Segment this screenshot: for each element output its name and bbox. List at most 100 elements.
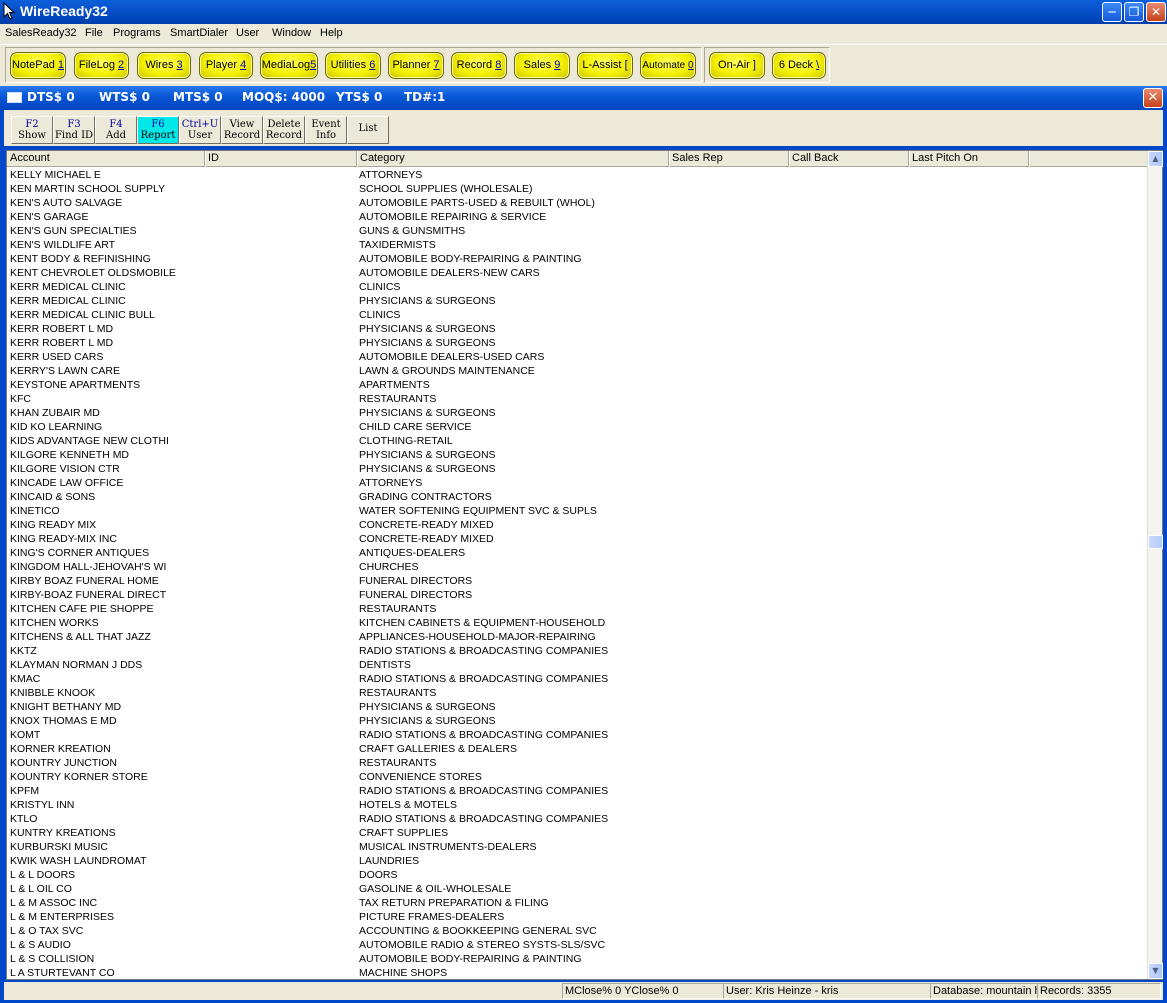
table-row[interactable]: KERR MEDICAL CLINIC PHYSICIANS & SURGEONS: [7, 294, 1148, 308]
menu-salesready32[interactable]: SalesReady32: [5, 27, 77, 39]
table-row[interactable]: KURBURSKI MUSIC MUSICAL INSTRUMENTS-DEALE…: [7, 840, 1148, 854]
table-row[interactable]: L & L DOORS DOORS: [7, 868, 1148, 882]
table-row[interactable]: KFC RESTAURANTS: [7, 392, 1148, 406]
table-row[interactable]: KINGDOM HALL-JEHOVAH'S WI CHURCHES: [7, 560, 1148, 574]
table-row[interactable]: KITCHENS & ALL THAT JAZZ APPLIANCES-HOUSE…: [7, 630, 1148, 644]
close-button[interactable]: ✕: [1146, 2, 1166, 22]
table-row[interactable]: KIRBY BOAZ FUNERAL HOME FUNERAL DIRECTORS: [7, 574, 1148, 588]
module-sales-button[interactable]: Sales 9: [514, 52, 570, 79]
scroll-thumb[interactable]: [1148, 535, 1163, 549]
user-button[interactable]: Ctrl+U User: [179, 116, 221, 144]
table-row[interactable]: KERR ROBERT L MD PHYSICIANS & SURGEONS: [7, 336, 1148, 350]
table-row[interactable]: KEYSTONE APARTMENTS APARTMENTS: [7, 378, 1148, 392]
table-row[interactable]: KTLO RADIO STATIONS & BROADCASTING COMPAN…: [7, 812, 1148, 826]
table-row[interactable]: KING'S CORNER ANTIQUES ANTIQUES-DEALERS: [7, 546, 1148, 560]
table-row[interactable]: L & O TAX SVC ACCOUNTING & BOOKKEEPING GE…: [7, 924, 1148, 938]
delete-record-button[interactable]: Delete Record: [263, 116, 305, 144]
table-row[interactable]: KOUNTRY KORNER STORE CONVENIENCE STORES: [7, 770, 1148, 784]
table-row[interactable]: L & S COLLISION AUTOMOBILE BODY-REPAIRING…: [7, 952, 1148, 966]
module-filelog-button[interactable]: FileLog 2: [74, 52, 129, 79]
sales-window-close-button[interactable]: ✕: [1143, 88, 1163, 108]
table-row[interactable]: KUNTRY KREATIONS CRAFT SUPPLIES: [7, 826, 1148, 840]
table-row[interactable]: KENT BODY & REFINISHING AUTOMOBILE BODY-R…: [7, 252, 1148, 266]
table-row[interactable]: KITCHEN CAFE PIE SHOPPE RESTAURANTS: [7, 602, 1148, 616]
table-row[interactable]: KHAN ZUBAIR MD PHYSICIANS & SURGEONS: [7, 406, 1148, 420]
table-row[interactable]: KERR MEDICAL CLINIC BULL CLINICS: [7, 308, 1148, 322]
table-row[interactable]: KITCHEN WORKS KITCHEN CABINETS & EQUIPMEN…: [7, 616, 1148, 630]
minimize-button[interactable]: ─: [1102, 2, 1122, 22]
menu-smartdialer[interactable]: SmartDialer: [170, 27, 228, 39]
module-lassist-button[interactable]: L-Assist [: [577, 52, 633, 79]
table-row[interactable]: KID KO LEARNING CHILD CARE SERVICE: [7, 420, 1148, 434]
column-header-sales-rep[interactable]: Sales Rep: [669, 151, 789, 167]
view-record-button[interactable]: View Record: [221, 116, 263, 144]
column-header-category[interactable]: Category: [357, 151, 669, 167]
table-row[interactable]: KNIGHT BETHANY MD PHYSICIANS & SURGEONS: [7, 700, 1148, 714]
table-row[interactable]: KRISTYL INN HOTELS & MOTELS: [7, 798, 1148, 812]
scroll-up-button[interactable]: ▲: [1148, 151, 1163, 167]
table-row[interactable]: KING READY-MIX INC CONCRETE-READY MIXED: [7, 532, 1148, 546]
column-header-last-pitch-on[interactable]: Last Pitch On: [909, 151, 1029, 167]
menu-user[interactable]: User: [236, 27, 259, 39]
table-row[interactable]: KMAC RADIO STATIONS & BROADCASTING COMPAN…: [7, 672, 1148, 686]
module-onair-button[interactable]: On-Air ]: [709, 52, 765, 79]
table-row[interactable]: KEN'S WILDLIFE ART TAXIDERMISTS: [7, 238, 1148, 252]
table-row[interactable]: KILGORE VISION CTR PHYSICIANS & SURGEONS: [7, 462, 1148, 476]
table-row[interactable]: KNOX THOMAS E MD PHYSICIANS & SURGEONS: [7, 714, 1148, 728]
add-button[interactable]: F4 Add: [95, 116, 137, 144]
table-row[interactable]: L & S AUDIO AUTOMOBILE RADIO & STEREO SYS…: [7, 938, 1148, 952]
module-planner-button[interactable]: Planner 7: [388, 52, 444, 79]
table-row[interactable]: KELLY MICHAEL E ATTORNEYS: [7, 168, 1148, 182]
menu-help[interactable]: Help: [320, 27, 343, 39]
table-row[interactable]: KEN'S GUN SPECIALTIES GUNS & GUNSMITHS: [7, 224, 1148, 238]
table-row[interactable]: KIRBY-BOAZ FUNERAL DIRECT FUNERAL DIRECTO…: [7, 588, 1148, 602]
table-row[interactable]: KLAYMAN NORMAN J DDS DENTISTS: [7, 658, 1148, 672]
module-6deck-button[interactable]: 6 Deck \: [772, 52, 826, 79]
module-wires-button[interactable]: Wires 3: [137, 52, 191, 79]
table-row[interactable]: KINETICO WATER SOFTENING EQUIPMENT SVC & …: [7, 504, 1148, 518]
vertical-scrollbar[interactable]: ▲ ▼: [1147, 151, 1163, 979]
table-row[interactable]: L & M ASSOC INC TAX RETURN PREPARATION & …: [7, 896, 1148, 910]
table-row[interactable]: KIDS ADVANTAGE NEW CLOTHI CLOTHING-RETAIL: [7, 434, 1148, 448]
menu-window[interactable]: Window: [272, 27, 311, 39]
module-record-button[interactable]: Record 8: [451, 52, 507, 79]
table-row[interactable]: L & L OIL CO GASOLINE & OIL-WHOLESALE: [7, 882, 1148, 896]
table-row[interactable]: KWIK WASH LAUNDROMAT LAUNDRIES: [7, 854, 1148, 868]
table-row[interactable]: L & M ENTERPRISES PICTURE FRAMES-DEALERS: [7, 910, 1148, 924]
table-row[interactable]: KKTZ RADIO STATIONS & BROADCASTING COMPAN…: [7, 644, 1148, 658]
module-medialog-button[interactable]: MediaLog5: [260, 52, 318, 79]
table-row[interactable]: KINCADE LAW OFFICE ATTORNEYS: [7, 476, 1148, 490]
scroll-down-button[interactable]: ▼: [1148, 963, 1163, 979]
table-row[interactable]: KINCAID & SONS GRADING CONTRACTORS: [7, 490, 1148, 504]
menu-programs[interactable]: Programs: [113, 27, 161, 39]
find-id-button[interactable]: F3 Find ID: [53, 116, 95, 144]
report-button[interactable]: F6 Report: [137, 116, 179, 144]
table-row[interactable]: KILGORE KENNETH MD PHYSICIANS & SURGEONS: [7, 448, 1148, 462]
restore-button[interactable]: ❐: [1124, 2, 1144, 22]
column-header-account[interactable]: Account: [7, 151, 205, 167]
module-automate-button[interactable]: Automate 0: [640, 52, 696, 79]
table-row[interactable]: L A STURTEVANT CO MACHINE SHOPS: [7, 966, 1148, 980]
table-row[interactable]: KORNER KREATION CRAFT GALLERIES & DEALERS: [7, 742, 1148, 756]
column-header-id[interactable]: ID: [205, 151, 357, 167]
table-row[interactable]: KPFM RADIO STATIONS & BROADCASTING COMPAN…: [7, 784, 1148, 798]
show-button[interactable]: F2 Show: [11, 116, 53, 144]
list-button[interactable]: List: [347, 116, 389, 144]
table-row[interactable]: KERRY'S LAWN CARE LAWN & GROUNDS MAINTENA…: [7, 364, 1148, 378]
table-row[interactable]: KNIBBLE KNOOK RESTAURANTS: [7, 686, 1148, 700]
table-row[interactable]: KENT CHEVROLET OLDSMOBILE AUTOMOBILE DEAL…: [7, 266, 1148, 280]
event-info-button[interactable]: Event Info: [305, 116, 347, 144]
table-row[interactable]: KERR ROBERT L MD PHYSICIANS & SURGEONS: [7, 322, 1148, 336]
module-utilities-button[interactable]: Utilities 6: [325, 52, 381, 79]
table-row[interactable]: KEN'S AUTO SALVAGE AUTOMOBILE PARTS-USED …: [7, 196, 1148, 210]
table-row[interactable]: KEN'S GARAGE AUTOMOBILE REPAIRING & SERVI…: [7, 210, 1148, 224]
table-row[interactable]: KOUNTRY JUNCTION RESTAURANTS: [7, 756, 1148, 770]
table-row[interactable]: KING READY MIX CONCRETE-READY MIXED: [7, 518, 1148, 532]
table-row[interactable]: KERR USED CARS AUTOMOBILE DEALERS-USED CA…: [7, 350, 1148, 364]
module-player-button[interactable]: Player 4: [199, 52, 253, 79]
table-row[interactable]: KERR MEDICAL CLINIC CLINICS: [7, 280, 1148, 294]
column-header-call-back[interactable]: Call Back: [789, 151, 909, 167]
module-notepad-button[interactable]: NotePad 1: [10, 52, 66, 79]
table-row[interactable]: KEN MARTIN SCHOOL SUPPLY SCHOOL SUPPLIES …: [7, 182, 1148, 196]
table-row[interactable]: KOMT RADIO STATIONS & BROADCASTING COMPAN…: [7, 728, 1148, 742]
